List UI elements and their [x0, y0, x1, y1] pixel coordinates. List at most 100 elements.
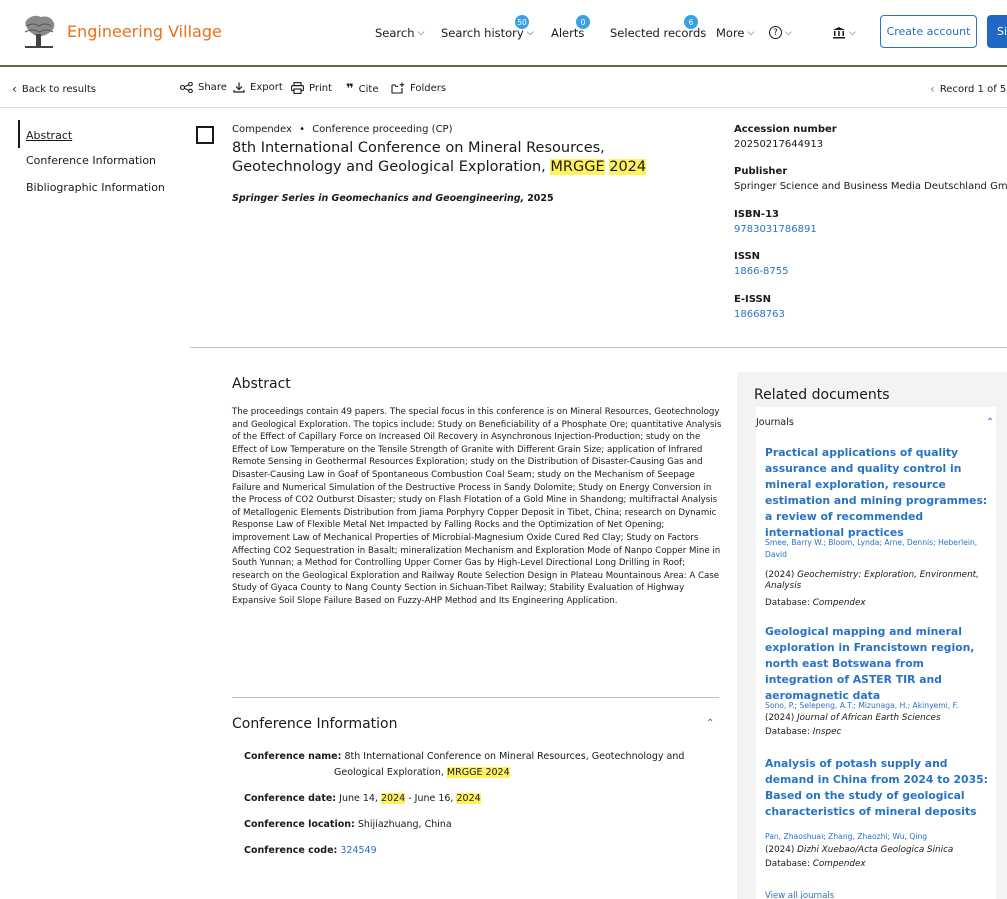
conference-name-line2: Geological Exploration, [334, 767, 447, 778]
nav-more[interactable]: More ⌵ [716, 0, 754, 65]
nav-search-label: Search [375, 25, 415, 40]
conference-divider [232, 697, 719, 698]
related-documents-heading: Related documents [754, 387, 890, 403]
chevron-down-icon: ⌵ [417, 27, 425, 38]
nav-help[interactable]: ? ⌵ [769, 0, 792, 65]
share-button[interactable]: Share [180, 82, 227, 93]
record-counter: Record 1 of 51 [939, 83, 1007, 95]
publisher-label: Publisher [734, 166, 788, 177]
help-icon: ? [769, 26, 782, 39]
related-item-journal: Dizhi Xuebao/Acta Geologica Sinica [797, 845, 954, 855]
collapse-journals-icon[interactable]: ⌃ [986, 417, 994, 428]
accession-number-value: 20250217644913 [734, 139, 824, 150]
back-to-results-link[interactable]: ‹ Back to results [12, 82, 96, 96]
conference-date-start-year: 2024 [380, 793, 406, 804]
related-item-authors[interactable]: Smee, Barry W.; Bloom, Lynda; Arne, Denn… [765, 537, 990, 561]
print-button[interactable]: Print [291, 82, 332, 94]
conference-name-row-2: Geological Exploration, MRGGE 2024 [334, 767, 510, 778]
related-item-year: (2024) [765, 570, 795, 580]
export-button[interactable]: Export [233, 82, 283, 93]
section-divider [190, 347, 1007, 348]
related-item-publication: (2024) Geochemistry: Exploration, Enviro… [765, 570, 995, 591]
nav-search-history[interactable]: Search history ⌵ [441, 0, 534, 65]
conference-date-label: Conference date: [244, 793, 337, 804]
conference-name-line1: 8th International Conference on Mineral … [344, 751, 685, 762]
chevron-left-icon[interactable]: ‹ [930, 82, 935, 96]
record-navigation: ‹ Record 1 of 51 [930, 82, 1007, 96]
institution-icon [833, 27, 845, 39]
conference-code-row: Conference code: 324549 [244, 845, 377, 856]
sidebar-item-abstract[interactable]: Abstract [26, 129, 72, 142]
elsevier-tree-logo[interactable] [19, 14, 59, 50]
chevron-down-icon: ⌵ [526, 27, 534, 38]
conference-heading: Conference Information [232, 716, 398, 732]
cite-button[interactable]: ❞ Cite [346, 82, 378, 97]
eissn-label: E-ISSN [734, 294, 772, 305]
related-item-journal: Geochemistry: Exploration, Environment, … [765, 570, 979, 591]
export-label: Export [250, 82, 283, 93]
related-item-authors[interactable]: Sono, P.; Selepeng, A.T.; Mizunaga, H.; … [765, 700, 990, 712]
eissn-link[interactable]: 18668763 [734, 309, 785, 320]
conference-location-label: Conference location: [244, 819, 355, 830]
sidebar-item-bibliographic-information[interactable]: Bibliographic Information [26, 181, 165, 194]
nav-institution[interactable]: ⌵ [832, 0, 856, 65]
isbn-link[interactable]: 9783031786891 [734, 224, 817, 235]
quote-icon: ❞ [346, 82, 354, 97]
conference-code-label: Conference code: [244, 845, 338, 856]
record-title-main: 8th International Conference on Mineral … [232, 140, 605, 175]
series-name: Springer Series in Geomechanics and Geoe… [232, 193, 525, 204]
accession-number-label: Accession number [734, 124, 837, 135]
related-item-database: Database: Compendex [765, 859, 866, 869]
nav-search[interactable]: Search ⌵ [375, 0, 424, 65]
cite-label: Cite [358, 84, 379, 95]
related-item-db: Compendex [812, 859, 866, 869]
app-title[interactable]: Engineering Village [67, 22, 222, 41]
chevron-down-icon: ⌵ [785, 27, 792, 38]
abstract-text: The proceedings contain 49 papers. The s… [232, 407, 722, 606]
related-item-title[interactable]: Geological mapping and mineral explorati… [765, 624, 990, 704]
download-icon [233, 82, 245, 93]
related-item-publication: (2024) Journal of African Earth Sciences [765, 713, 995, 724]
conference-date-row: Conference date: June 14, 2024 - June 16… [244, 793, 481, 804]
folder-add-icon [391, 82, 405, 94]
create-account-button[interactable]: Create account [880, 15, 977, 48]
select-record-checkbox[interactable] [196, 126, 214, 144]
print-label: Print [309, 82, 333, 94]
record-title-year: 2024 [609, 159, 647, 175]
sidebar-item-conference-information[interactable]: Conference Information [26, 154, 156, 167]
view-all-journals-link[interactable]: View all journals [765, 891, 834, 899]
related-item-db: Inspec [812, 727, 842, 737]
conference-date-sep: - June 16, [405, 793, 457, 804]
conference-name-acronym: MRGGE 2024 [446, 767, 510, 778]
nav-selected-records[interactable]: Selected records [610, 0, 706, 65]
chevron-left-icon: ‹ [12, 82, 17, 96]
folders-button[interactable]: Folders [391, 82, 446, 94]
related-item-database: Database: Compendex [765, 598, 866, 608]
related-item-authors[interactable]: Pan, Zhaoshuai; Zhang, Zhaozhi; Wu, Qing [765, 831, 990, 843]
record-title-acronym: MRGGE [550, 159, 605, 175]
sign-in-button[interactable]: Si [987, 15, 1007, 48]
folders-label: Folders [410, 82, 447, 94]
collapse-conference-icon[interactable]: ⌃ [706, 718, 714, 729]
printer-icon [291, 82, 304, 94]
related-item-title[interactable]: Practical applications of quality assura… [765, 445, 990, 541]
chevron-down-icon: ⌵ [747, 27, 755, 38]
conference-location-value: Shijiazhuang, China [357, 819, 452, 830]
issn-link[interactable]: 1866-8755 [734, 266, 789, 277]
related-item-db-label: Database: [765, 598, 810, 608]
related-item-title[interactable]: Analysis of potash supply and demand in … [765, 756, 990, 820]
related-item-year: (2024) [765, 713, 795, 723]
journals-tab-label[interactable]: Journals [756, 417, 794, 428]
chevron-down-icon: ⌵ [849, 27, 856, 38]
series-info: Springer Series in Geomechanics and Geoe… [232, 193, 554, 204]
isbn-label: ISBN-13 [734, 209, 779, 220]
record-toolbar: ‹ Back to results Share Export Print ❞ C… [0, 70, 1007, 108]
document-type: Conference proceeding (CP) [312, 124, 453, 135]
related-item-db-label: Database: [765, 859, 810, 869]
record-meta: Compendex • Conference proceeding (CP) [232, 124, 453, 135]
selected-records-count-badge: 6 [684, 15, 698, 29]
nav-alerts[interactable]: Alerts [551, 0, 584, 65]
nav-search-history-label: Search history [441, 25, 524, 40]
conference-code-link[interactable]: 324549 [340, 845, 376, 856]
top-header: Engineering Village Search ⌵ Search hist… [0, 0, 1007, 67]
